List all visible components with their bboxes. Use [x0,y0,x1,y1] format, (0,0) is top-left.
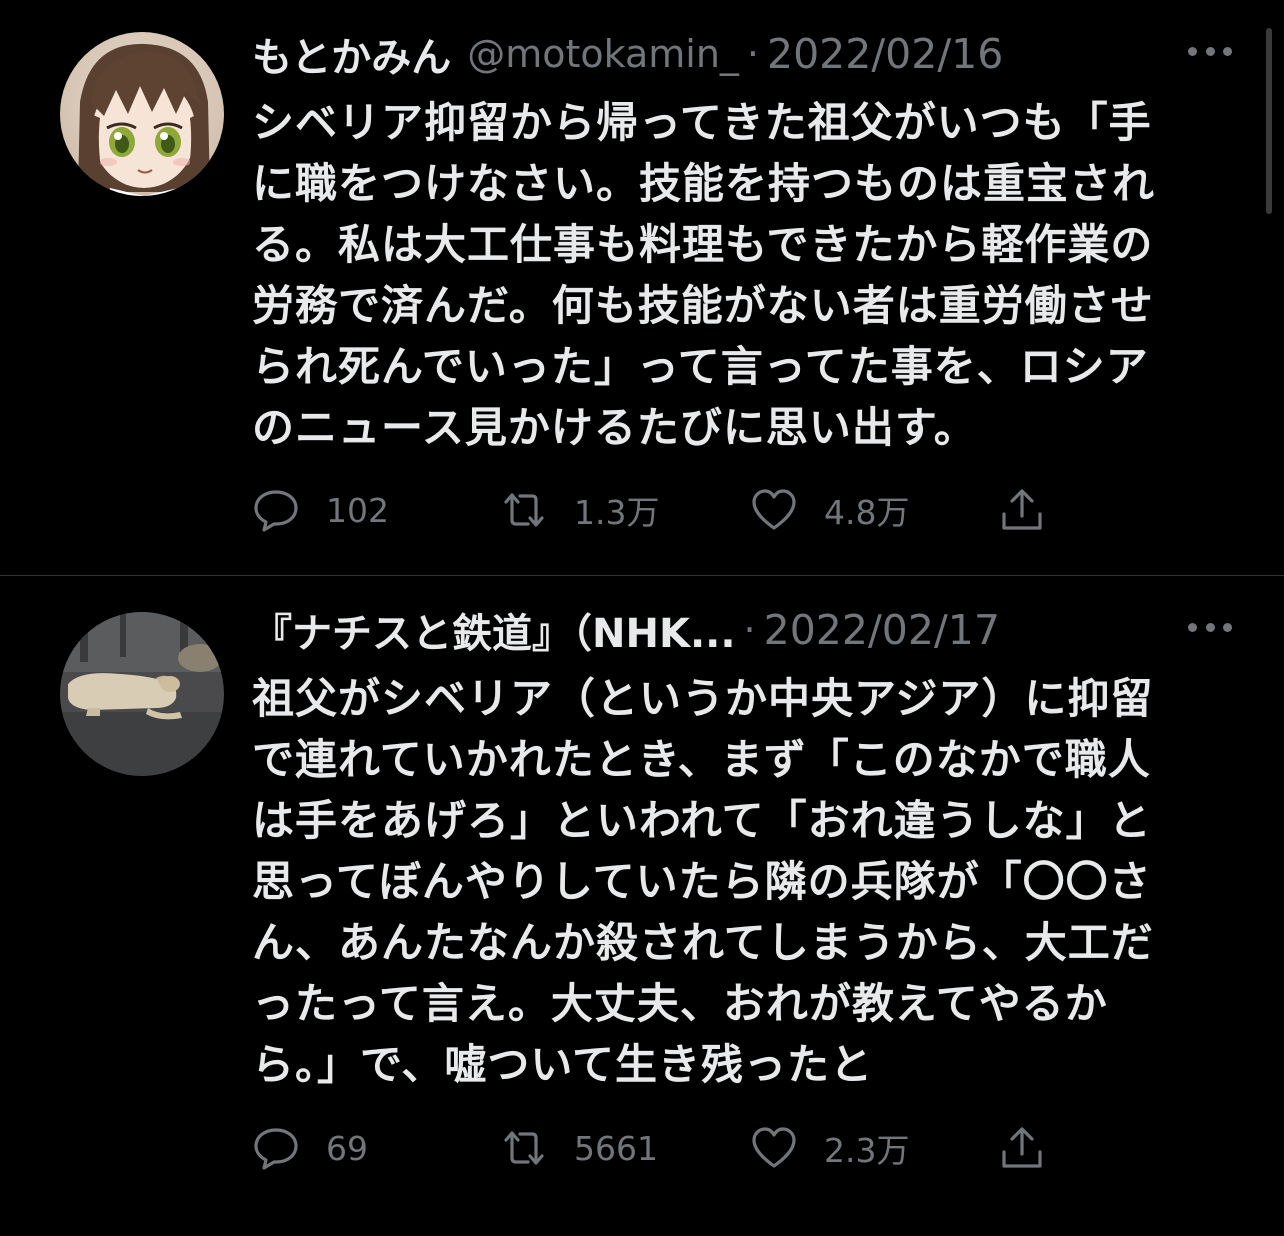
tweet-text-line: 祖父がシベリア（というか中央アジア）に抑留 [252,674,1154,723]
speech-bubble-icon [254,490,298,532]
tweet-text: シベリア抑留から帰ってきた祖父がいつも「手 に職をつけなさい。技能を持つものは重… [252,92,1212,458]
more-dots-icon[interactable] [1188,44,1232,58]
reply-count: 102 [326,490,389,530]
separator-dot: · [746,32,759,76]
speech-bubble-icon [254,1128,298,1170]
share-upload-icon [1002,1127,1042,1168]
tweet-actions: 69 5661 2.3万 [252,1120,1072,1176]
heart-icon [752,489,796,530]
tweet-text-line: ったって言え。大丈夫、おれが教えてやるか [252,979,1108,1028]
tweet-date[interactable]: 2022/02/17 [764,606,1000,654]
tweet-text: 祖父がシベリア（というか中央アジア）に抑留 で連れていかれたとき、まず「このなか… [252,668,1212,1095]
tweet-date[interactable]: 2022/02/16 [767,30,1003,78]
reply-count: 69 [326,1128,368,1168]
tweet-text-line: で連れていかれたとき、まず「このなかで職人 [252,735,1151,784]
retweet-count: 1.3万 [574,493,660,532]
like-button[interactable]: 2.3万 [750,1120,909,1176]
tweet-header: 『ナチスと鉄道』（NHK... · 2022/02/17 [252,600,1152,660]
tweet-text-line: 労務で済んだ。何も技能がない者は重労働させ [252,281,1154,330]
tweet-text-line: シベリア抑留から帰ってきた祖父がいつも「手 [252,98,1152,147]
heart-icon [752,1127,796,1168]
retweet-arrows-icon [504,1131,544,1165]
tweet-text-line: に職をつけなさい。技能を持つものは重宝され [252,159,1156,208]
avatar[interactable] [60,32,224,196]
tweet[interactable]: 『ナチスと鉄道』（NHK... · 2022/02/17 祖父がシベリア（という… [0,576,1284,1236]
retweet-button[interactable]: 5661 [500,1120,658,1176]
tweet-text-line: られ死んでいった」って言ってた事を、ロシア [252,342,1149,391]
tweet-text-line: る。私は大工仕事も料理もできたから軽作業の [252,220,1154,269]
tweet-actions: 102 1.3万 4.8万 [252,482,1072,538]
share-upload-icon [1002,489,1042,530]
like-button[interactable]: 4.8万 [750,482,909,538]
separator-dot: · [743,608,756,652]
like-count: 2.3万 [824,1131,910,1170]
share-button[interactable] [998,482,1046,538]
tweet-text-line: ん、あんたなんか殺されてしまうから、大工だ [252,918,1154,967]
tweet-text-line: は手をあげろ」といわれて「おれ違うしな」と [252,796,1152,845]
tweet-text-line: のニュース見かけるたびに思い出す。 [252,403,977,452]
retweet-arrows-icon [504,493,544,527]
tweet-text-line: 思ってぼんやりしていたら隣の兵隊が「〇〇さ [252,857,1152,906]
retweet-count: 5661 [574,1128,658,1168]
tweet[interactable]: もとかみん @motokamin_ · 2022/02/16 シベリア抑留から帰… [0,0,1284,575]
like-count: 4.8万 [824,493,910,532]
display-name[interactable]: 『ナチスと鉄道』（NHK... [252,601,736,659]
tweet-header: もとかみん @motokamin_ · 2022/02/16 [252,24,1152,84]
more-dots-icon[interactable] [1188,620,1232,634]
username[interactable]: @motokamin_ [467,32,739,76]
reply-button[interactable]: 69 [252,1120,368,1176]
retweet-button[interactable]: 1.3万 [500,482,659,538]
display-name[interactable]: もとかみん [252,25,451,83]
tweet-text-line: ら。」で、嘘ついて生き残ったと [252,1040,874,1089]
avatar[interactable] [60,612,224,776]
share-button[interactable] [998,1120,1046,1176]
reply-button[interactable]: 102 [252,482,389,538]
